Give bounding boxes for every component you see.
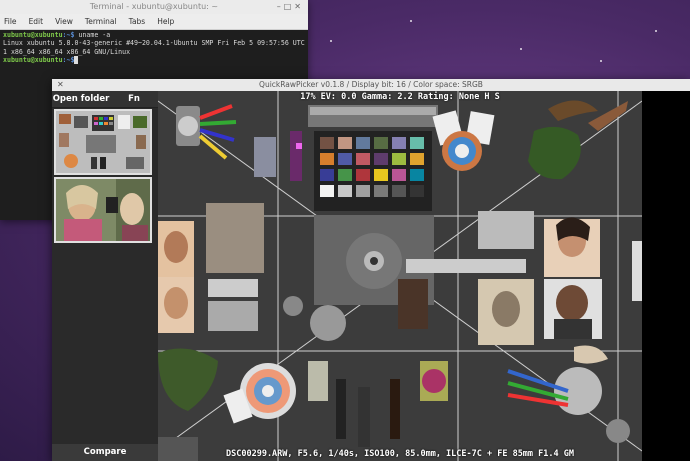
output-line: 1 x86_64 x86_64 x86_64 GNU/Linux [3, 47, 131, 56]
thumbnail-test-chart[interactable] [54, 109, 152, 175]
image-viewer[interactable]: 17% EV: 0.0 Gamma: 2.2 Rating: None H S … [158, 91, 642, 461]
menu-tabs[interactable]: Tabs [129, 14, 146, 29]
desktop-star [655, 30, 657, 32]
prompt-user: xubuntu@xubuntu [3, 31, 63, 39]
desktop-star [330, 40, 332, 42]
status-bar-bottom: DSC00299.ARW, F5.6, 1/40s, ISO100, 85.0m… [226, 449, 574, 459]
fn-button[interactable]: Fn [110, 91, 158, 107]
quickrawpicker-window[interactable]: ✕ QuickRawPicker v0.1.8 / Display bit: 1… [52, 79, 690, 461]
terminal-output[interactable]: xubuntu@xubuntu:~$ uname -a Linux xubunt… [0, 30, 308, 66]
close-icon[interactable]: ✕ [57, 79, 64, 91]
window-controls[interactable]: –□✕ [277, 0, 304, 14]
menu-terminal[interactable]: Terminal [85, 14, 117, 29]
thumbnail-photo[interactable] [54, 177, 152, 243]
compare-button[interactable]: Compare [52, 444, 158, 461]
menu-edit[interactable]: Edit [29, 14, 44, 29]
menu-view[interactable]: View [55, 14, 73, 29]
prompt-user: xubuntu@xubuntu [3, 56, 63, 65]
menu-file[interactable]: File [4, 14, 17, 29]
terminal-menubar: File Edit View Terminal Tabs Help [0, 14, 308, 30]
viewer-empty-area [642, 91, 690, 461]
test-chart-image [158, 91, 642, 461]
open-folder-button[interactable]: Open folder [52, 91, 110, 107]
desktop-star [600, 60, 602, 62]
sidebar-toolbar: Open folder Fn [52, 91, 158, 108]
terminal-title: Terminal - xubuntu@xubuntu: ~ [89, 2, 219, 11]
prompt-path: :~$ [62, 56, 75, 65]
output-line: Linux xubuntu 5.8.0-43-generic #49~20.04… [3, 39, 308, 48]
app-title: QuickRawPicker v0.1.8 / Display bit: 16 … [259, 80, 483, 89]
sidebar: Open folder Fn Compare [52, 91, 158, 461]
command-text: uname -a [74, 31, 111, 39]
status-bar-top: 17% EV: 0.0 Gamma: 2.2 Rating: None H S [300, 92, 500, 102]
terminal-titlebar[interactable]: Terminal - xubuntu@xubuntu: ~ –□✕ [0, 0, 308, 14]
app-titlebar[interactable]: ✕ QuickRawPicker v0.1.8 / Display bit: 1… [52, 79, 690, 91]
prompt-path: :~$ [62, 31, 75, 39]
desktop-star [520, 48, 522, 50]
menu-help[interactable]: Help [157, 14, 174, 29]
desktop-star [410, 20, 412, 22]
